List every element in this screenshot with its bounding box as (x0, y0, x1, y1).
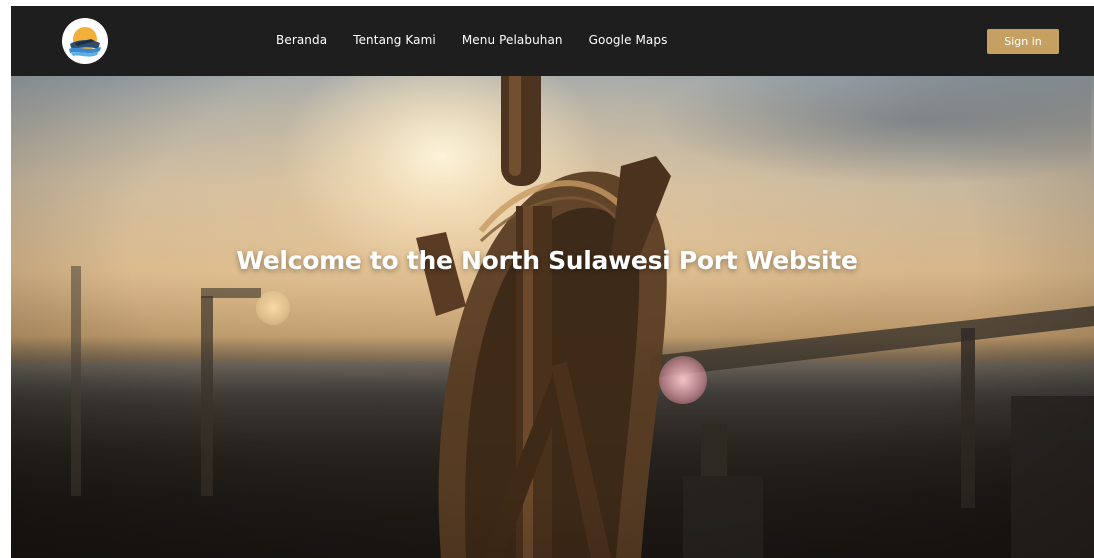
nav-link-tentang-kami[interactable]: Tentang Kami (353, 33, 436, 47)
nav-item-beranda: Beranda (276, 29, 327, 48)
sign-in-button[interactable]: Sign in (987, 29, 1059, 54)
nav-item-google-maps: Google Maps (589, 29, 668, 48)
page-frame: Beranda Tentang Kami Menu Pelabuhan Goog… (11, 6, 1094, 558)
nav-link-google-maps[interactable]: Google Maps (589, 33, 668, 47)
hero-background (11, 6, 1094, 558)
nav-link-beranda[interactable]: Beranda (276, 33, 327, 47)
top-navbar: Beranda Tentang Kami Menu Pelabuhan Goog… (11, 6, 1094, 76)
port-logo[interactable] (62, 18, 108, 64)
hero-vignette (11, 6, 1094, 558)
nav-item-tentang-kami: Tentang Kami (353, 29, 436, 48)
port-ship-logo-icon (64, 20, 106, 62)
hero-headline: Welcome to the North Sulawesi Port Websi… (236, 246, 858, 275)
main-menu: Beranda Tentang Kami Menu Pelabuhan Goog… (276, 29, 667, 48)
nav-link-menu-pelabuhan[interactable]: Menu Pelabuhan (462, 33, 563, 47)
nav-item-menu-pelabuhan: Menu Pelabuhan (462, 29, 563, 48)
